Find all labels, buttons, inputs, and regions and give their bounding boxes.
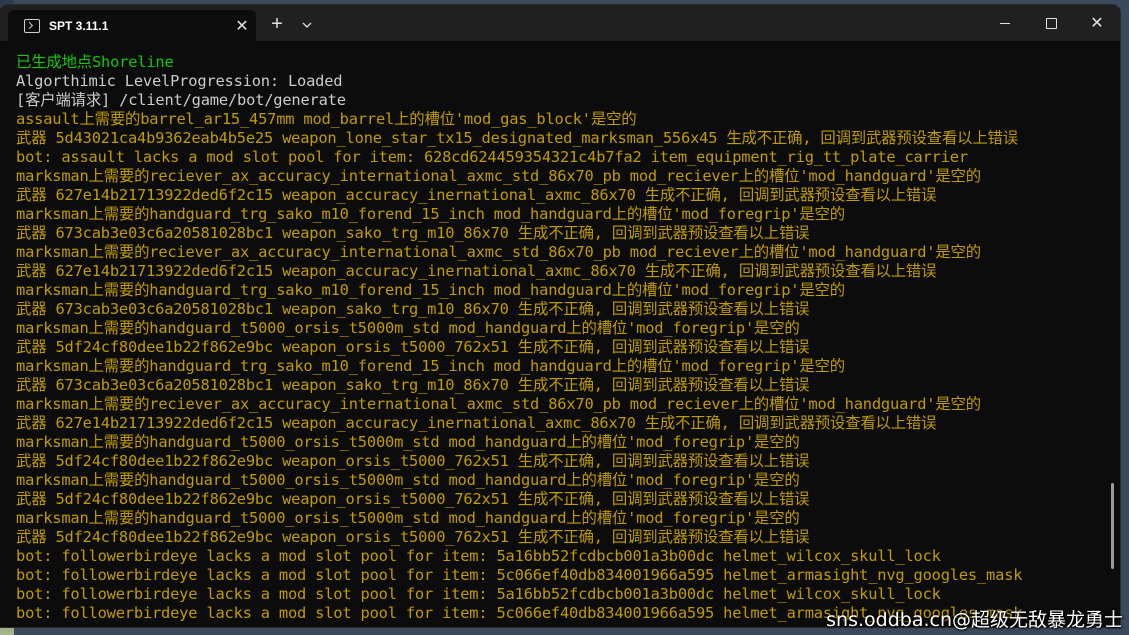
console-line: 武器 673cab3e03c6a20581028bc1 weapon_sako_… (16, 224, 810, 242)
scrollbar-thumb[interactable] (1111, 483, 1114, 569)
tab-title: SPT 3.11.1 (49, 18, 109, 33)
console-line: 武器 5df24cf80dee1b22f862e9bc weapon_orsis… (16, 338, 810, 356)
console-line: 武器 627e14b21713922ded6f2c15 weapon_accur… (16, 186, 937, 204)
console-line: 武器 627e14b21713922ded6f2c15 weapon_accur… (16, 262, 937, 280)
console-line: marksman上需要的handguard_trg_sako_m10_foren… (16, 357, 845, 375)
console-line: bot: followerbirdeye lacks a mod slot po… (16, 566, 1023, 584)
close-tab-icon[interactable]: ✕ (228, 16, 256, 36)
console-line: marksman上需要的handguard_t5000_orsis_t5000m… (16, 433, 800, 451)
console-line: marksman上需要的reciever_ax_accuracy_interna… (16, 167, 981, 185)
chevron-down-icon[interactable] (297, 13, 317, 37)
title-bar[interactable]: SPT 3.11.1 ✕ + ✕ (0, 5, 1120, 41)
console-line: marksman上需要的handguard_trg_sako_m10_foren… (16, 281, 845, 299)
tab-spt[interactable]: SPT 3.11.1 ✕ (8, 10, 256, 41)
console-line: 武器 5df24cf80dee1b22f862e9bc weapon_orsis… (16, 528, 810, 546)
console-line: bot: assault lacks a mod slot pool for i… (16, 148, 968, 166)
console-line: Algorthimic LevelProgression: Loaded (16, 72, 343, 90)
minimize-icon (1000, 22, 1010, 24)
console-line: marksman上需要的reciever_ax_accuracy_interna… (16, 395, 981, 413)
new-tab-button[interactable]: + (265, 13, 289, 37)
console-output[interactable]: 已生成地点Shoreline Algorthimic LevelProgressi… (0, 41, 1120, 627)
console-line: 已生成地点Shoreline (16, 53, 174, 71)
console-line: [客户端请求] /client/game/bot/generate (16, 91, 346, 109)
console-line: marksman上需要的handguard_t5000_orsis_t5000m… (16, 319, 800, 337)
console-line: 武器 5df24cf80dee1b22f862e9bc weapon_orsis… (16, 452, 810, 470)
console-line: 武器 673cab3e03c6a20581028bc1 weapon_sako_… (16, 300, 810, 318)
watermark: sns.oddba.cn@超级无敌暴龙勇士 (826, 609, 1123, 631)
console-line: bot: followerbirdeye lacks a mod slot po… (16, 585, 941, 603)
console-line: assault上需要的barrel_ar15_457mm mod_barrel上… (16, 110, 637, 128)
console-line: 武器 627e14b21713922ded6f2c15 weapon_accur… (16, 414, 937, 432)
console-line: marksman上需要的handguard_trg_sako_m10_foren… (16, 205, 845, 223)
console-line: 武器 5d43021ca4b9362eab4b5e25 weapon_lone_… (16, 129, 1018, 147)
terminal-window: SPT 3.11.1 ✕ + ✕ 已生成地点Shoreline Algorthim… (0, 5, 1120, 627)
console-line: marksman上需要的reciever_ax_accuracy_interna… (16, 243, 981, 261)
window-controls: ✕ (982, 5, 1120, 41)
close-icon: ✕ (1090, 15, 1104, 32)
close-window-button[interactable]: ✕ (1074, 5, 1120, 41)
console-line: marksman上需要的handguard_t5000_orsis_t5000m… (16, 509, 800, 527)
terminal-icon (24, 18, 40, 33)
minimize-button[interactable] (982, 5, 1028, 41)
console-line: marksman上需要的handguard_t5000_orsis_t5000m… (16, 471, 800, 489)
console-line: bot: followerbirdeye lacks a mod slot po… (16, 547, 941, 565)
console-line: 武器 5df24cf80dee1b22f862e9bc weapon_orsis… (16, 490, 810, 508)
maximize-button[interactable] (1028, 5, 1074, 41)
maximize-icon (1045, 17, 1057, 29)
console-line: 武器 673cab3e03c6a20581028bc1 weapon_sako_… (16, 376, 810, 394)
